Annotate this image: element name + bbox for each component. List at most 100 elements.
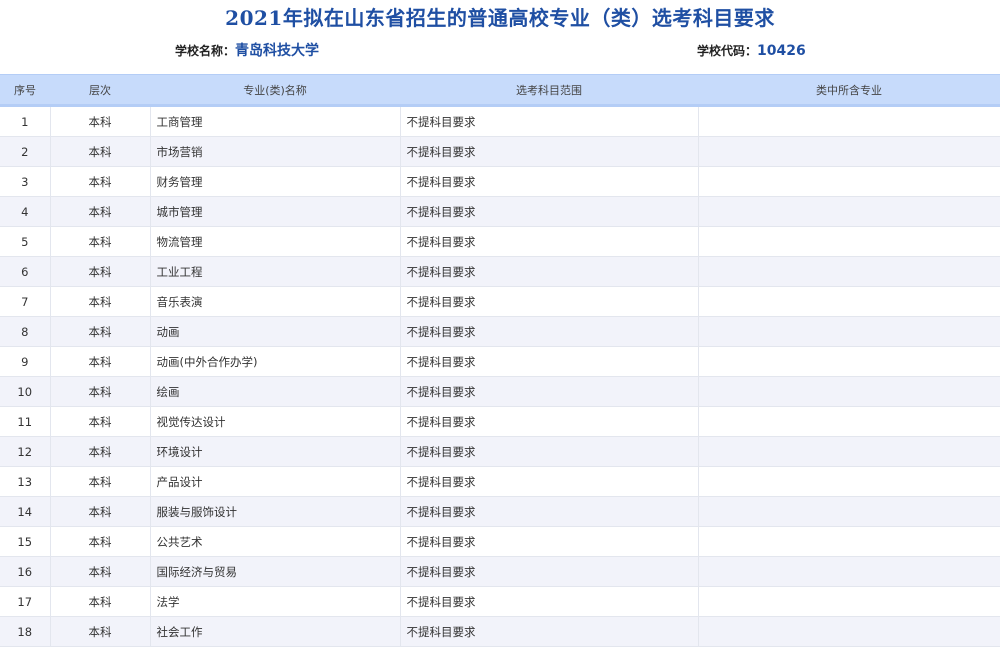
cell-serial: 5 bbox=[0, 226, 51, 257]
table-row: 11 本科 视觉传达设计 不提科目要求 bbox=[0, 406, 1000, 437]
table-row: 12 本科 环境设计 不提科目要求 bbox=[0, 436, 1000, 467]
document-page: 2021年拟在山东省招生的普通高校专业（类）选考科目要求 学校名称：青岛科技大学… bbox=[0, 0, 1000, 651]
cell-level: 本科 bbox=[50, 586, 151, 617]
cell-major-name: 工商管理 bbox=[150, 105, 401, 137]
table-row: 17 本科 法学 不提科目要求 bbox=[0, 586, 1000, 617]
cell-major-name: 国际经济与贸易 bbox=[150, 556, 401, 587]
cell-serial: 8 bbox=[0, 316, 51, 347]
cell-major-name: 财务管理 bbox=[150, 166, 401, 197]
cell-serial: 10 bbox=[0, 376, 51, 407]
header-subject-range: 选考科目范围 bbox=[400, 74, 698, 107]
cell-included-majors bbox=[698, 226, 1000, 257]
table-row: 9 本科 动画(中外合作办学) 不提科目要求 bbox=[0, 346, 1000, 377]
cell-included-majors bbox=[698, 196, 1000, 227]
cell-subject-range: 不提科目要求 bbox=[400, 496, 699, 527]
cell-level: 本科 bbox=[50, 256, 151, 287]
cell-level: 本科 bbox=[50, 496, 151, 527]
cell-included-majors bbox=[698, 105, 1000, 137]
cell-serial: 16 bbox=[0, 556, 51, 587]
cell-included-majors bbox=[698, 346, 1000, 377]
cell-included-majors bbox=[698, 436, 1000, 467]
cell-subject-range: 不提科目要求 bbox=[400, 466, 699, 497]
cell-level: 本科 bbox=[50, 226, 151, 257]
cell-subject-range: 不提科目要求 bbox=[400, 316, 699, 347]
cell-serial: 13 bbox=[0, 466, 51, 497]
school-name-value: 青岛科技大学 bbox=[235, 43, 320, 59]
school-code-value: 10426 bbox=[757, 43, 806, 59]
school-name-label: 学校名称： bbox=[175, 44, 236, 58]
cell-serial: 14 bbox=[0, 496, 51, 527]
table-row: 4 本科 城市管理 不提科目要求 bbox=[0, 196, 1000, 227]
cell-serial: 7 bbox=[0, 286, 51, 317]
cell-major-name: 服装与服饰设计 bbox=[150, 496, 401, 527]
cell-level: 本科 bbox=[50, 286, 151, 317]
cell-level: 本科 bbox=[50, 166, 151, 197]
cell-major-name: 市场营销 bbox=[150, 136, 401, 167]
table-row: 16 本科 国际经济与贸易 不提科目要求 bbox=[0, 556, 1000, 587]
cell-included-majors bbox=[698, 616, 1000, 647]
cell-level: 本科 bbox=[50, 136, 151, 167]
cell-level: 本科 bbox=[50, 466, 151, 497]
cell-level: 本科 bbox=[50, 376, 151, 407]
table-header: 序号 层次 专业(类)名称 选考科目范围 类中所含专业 bbox=[0, 74, 1000, 107]
table-body: 1 本科 工商管理 不提科目要求 2 本科 市场营销 不提科目要求 3 本科 财务管理 不提科目要求 4… bbox=[0, 105, 1000, 647]
cell-major-name: 产品设计 bbox=[150, 466, 401, 497]
cell-major-name: 公共艺术 bbox=[150, 526, 401, 557]
cell-subject-range: 不提科目要求 bbox=[400, 406, 699, 437]
cell-level: 本科 bbox=[50, 316, 151, 347]
table-row: 1 本科 工商管理 不提科目要求 bbox=[0, 105, 1000, 137]
cell-subject-range: 不提科目要求 bbox=[400, 286, 699, 317]
cell-included-majors bbox=[698, 316, 1000, 347]
cell-subject-range: 不提科目要求 bbox=[400, 616, 699, 647]
cell-major-name: 法学 bbox=[150, 586, 401, 617]
requirements-table-wrapper: 序号 层次 专业(类)名称 选考科目范围 类中所含专业 1 本科 工商管理 不提科目要… bbox=[0, 74, 1000, 647]
cell-included-majors bbox=[698, 556, 1000, 587]
cell-level: 本科 bbox=[50, 436, 151, 467]
table-row: 10 本科 绘画 不提科目要求 bbox=[0, 376, 1000, 407]
page-title: 2021年拟在山东省招生的普通高校专业（类）选考科目要求 bbox=[225, 6, 775, 30]
table-header-row: 序号 层次 专业(类)名称 选考科目范围 类中所含专业 bbox=[0, 74, 1000, 107]
cell-included-majors bbox=[698, 376, 1000, 407]
cell-major-name: 视觉传达设计 bbox=[150, 406, 401, 437]
cell-level: 本科 bbox=[50, 196, 151, 227]
table-row: 7 本科 音乐表演 不提科目要求 bbox=[0, 286, 1000, 317]
table-row: 2 本科 市场营销 不提科目要求 bbox=[0, 136, 1000, 167]
cell-serial: 18 bbox=[0, 616, 51, 647]
cell-major-name: 音乐表演 bbox=[150, 286, 401, 317]
table-row: 5 本科 物流管理 不提科目要求 bbox=[0, 226, 1000, 257]
cell-serial: 11 bbox=[0, 406, 51, 437]
cell-included-majors bbox=[698, 286, 1000, 317]
table-row: 6 本科 工业工程 不提科目要求 bbox=[0, 256, 1000, 287]
table-row: 13 本科 产品设计 不提科目要求 bbox=[0, 466, 1000, 497]
cell-included-majors bbox=[698, 586, 1000, 617]
cell-included-majors bbox=[698, 526, 1000, 557]
cell-major-name: 物流管理 bbox=[150, 226, 401, 257]
table-row: 14 本科 服装与服饰设计 不提科目要求 bbox=[0, 496, 1000, 527]
cell-subject-range: 不提科目要求 bbox=[400, 166, 699, 197]
cell-included-majors bbox=[698, 136, 1000, 167]
cell-level: 本科 bbox=[50, 346, 151, 377]
cell-subject-range: 不提科目要求 bbox=[400, 346, 699, 377]
cell-subject-range: 不提科目要求 bbox=[400, 196, 699, 227]
cell-serial: 1 bbox=[0, 105, 51, 137]
cell-subject-range: 不提科目要求 bbox=[400, 376, 699, 407]
cell-level: 本科 bbox=[50, 616, 151, 647]
cell-included-majors bbox=[698, 256, 1000, 287]
cell-level: 本科 bbox=[50, 526, 151, 557]
cell-level: 本科 bbox=[50, 406, 151, 437]
cell-subject-range: 不提科目要求 bbox=[400, 556, 699, 587]
cell-serial: 6 bbox=[0, 256, 51, 287]
table-row: 18 本科 社会工作 不提科目要求 bbox=[0, 616, 1000, 647]
cell-serial: 15 bbox=[0, 526, 51, 557]
table-row: 8 本科 动画 不提科目要求 bbox=[0, 316, 1000, 347]
table-row: 3 本科 财务管理 不提科目要求 bbox=[0, 166, 1000, 197]
cell-subject-range: 不提科目要求 bbox=[400, 526, 699, 557]
cell-subject-range: 不提科目要求 bbox=[400, 256, 699, 287]
cell-included-majors bbox=[698, 496, 1000, 527]
cell-included-majors bbox=[698, 166, 1000, 197]
header-level: 层次 bbox=[50, 74, 150, 107]
cell-major-name: 动画 bbox=[150, 316, 401, 347]
cell-level: 本科 bbox=[50, 556, 151, 587]
school-code-block: 学校代码：10426 bbox=[697, 42, 806, 60]
cell-included-majors bbox=[698, 406, 1000, 437]
